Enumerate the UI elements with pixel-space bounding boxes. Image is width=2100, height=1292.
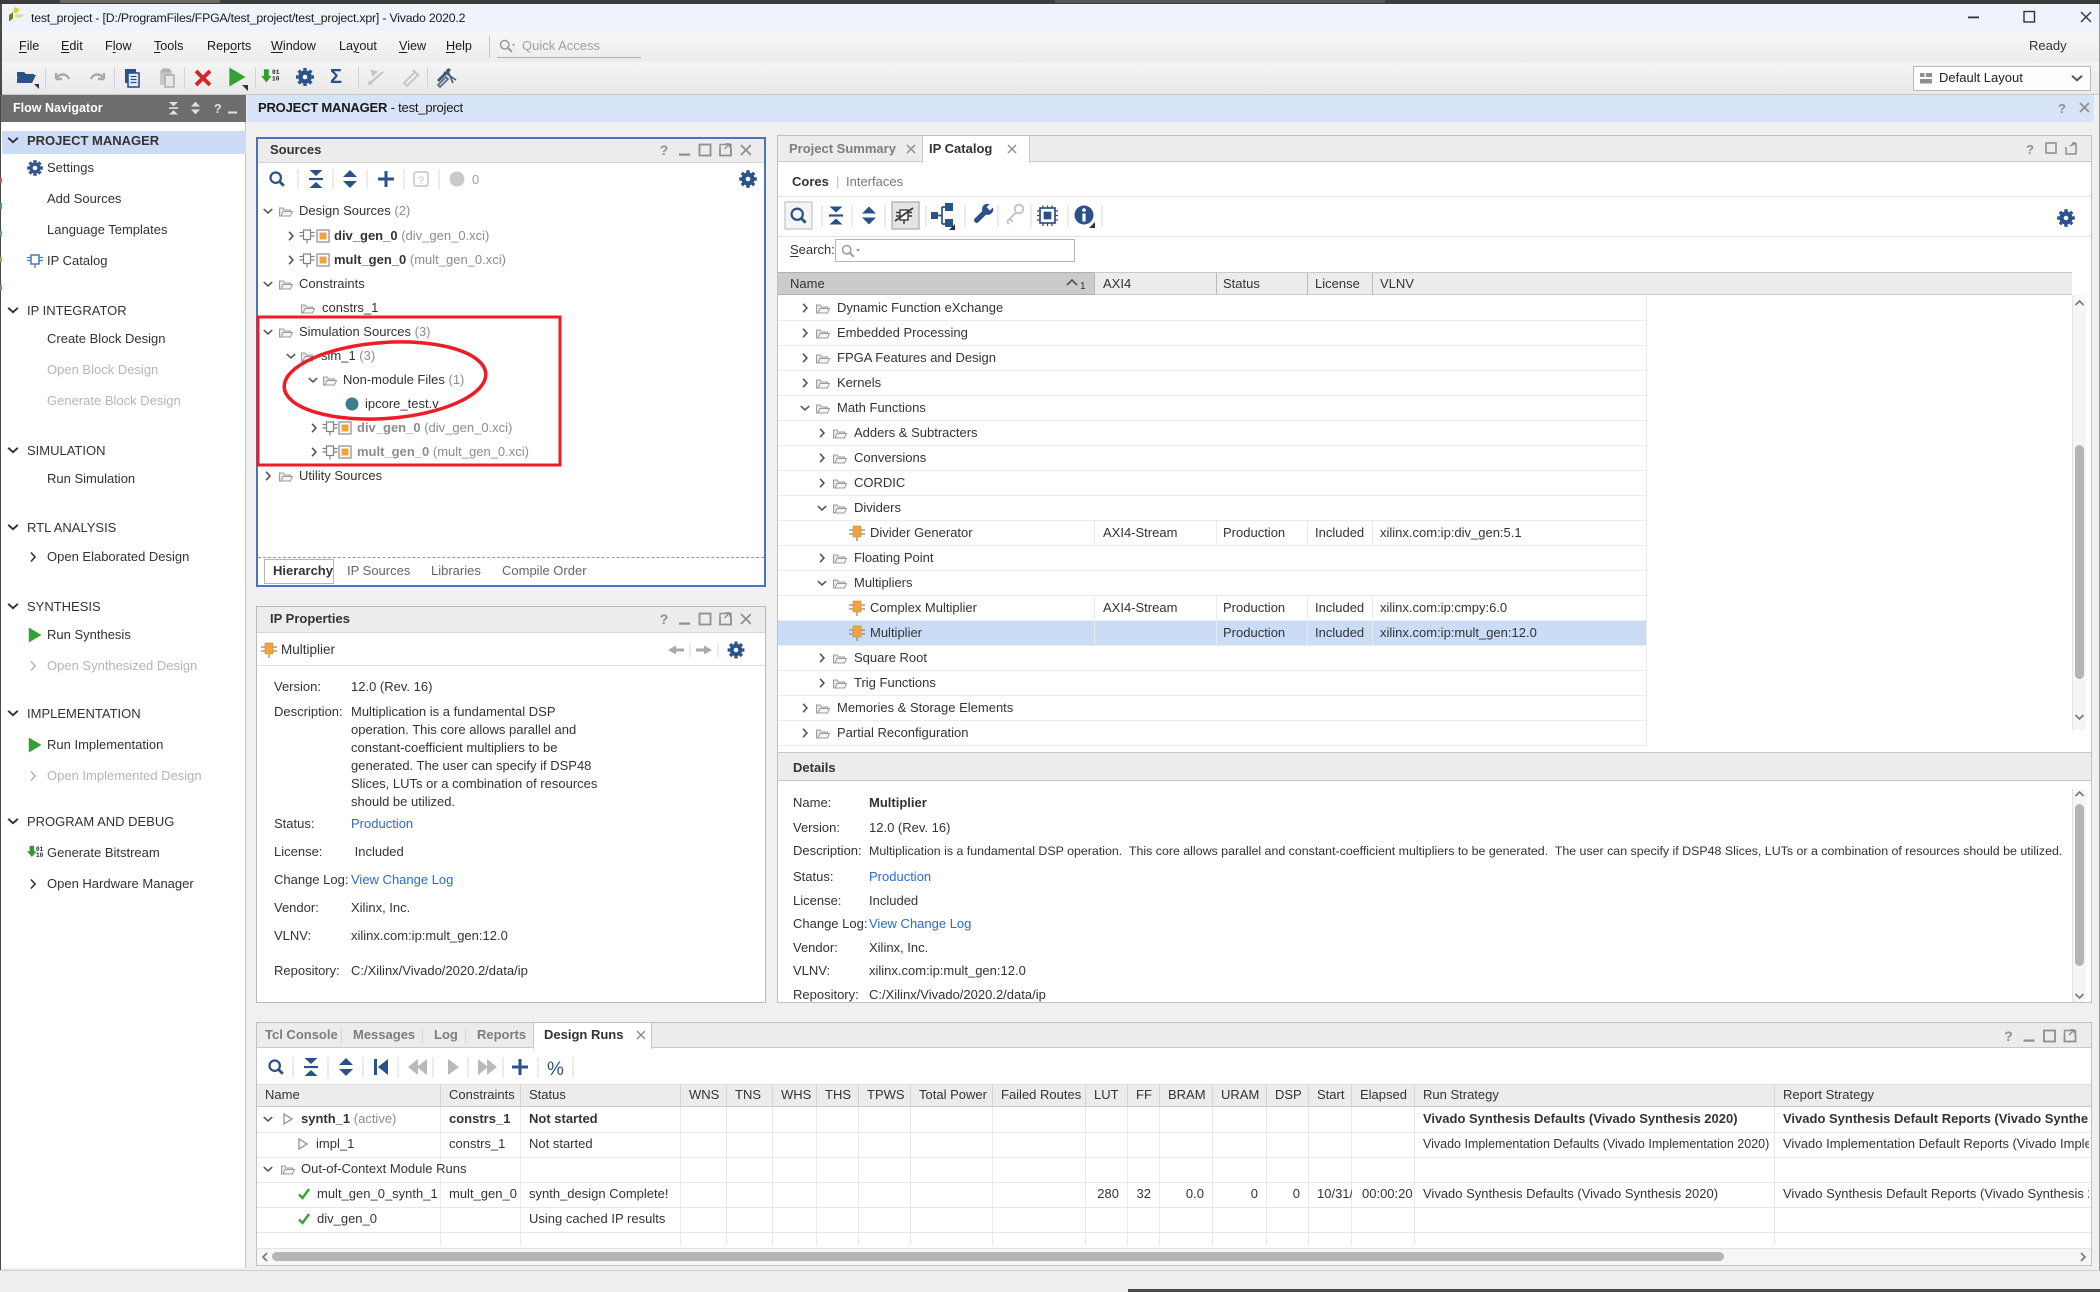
svg-text:1: 1 — [1080, 281, 1086, 292]
svg-text:?: ? — [2026, 142, 2034, 157]
svg-text:?: ? — [660, 142, 669, 158]
svg-text:?: ? — [660, 611, 669, 627]
svg-text:0: 0 — [472, 172, 479, 187]
svg-text:?: ? — [2058, 101, 2066, 116]
svg-text:?: ? — [2004, 1028, 2013, 1044]
svg-text:10: 10 — [36, 852, 44, 859]
svg-text:?: ? — [418, 175, 424, 187]
svg-text:?: ? — [214, 102, 222, 116]
svg-text:10: 10 — [272, 76, 280, 83]
svg-text:%: % — [547, 1059, 564, 1080]
